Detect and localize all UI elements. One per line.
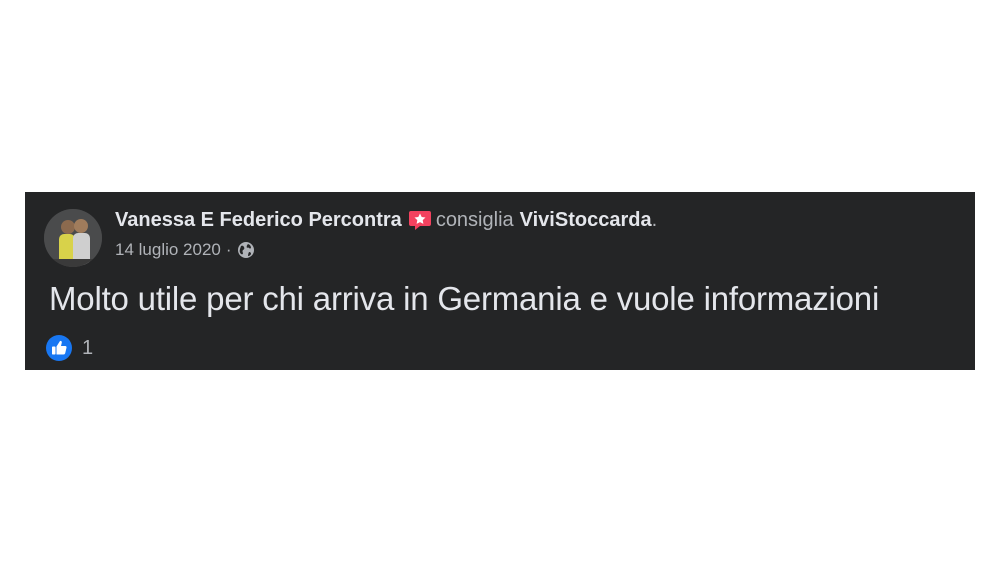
meta-separator: · <box>225 240 232 259</box>
recommends-label: consiglia <box>435 208 514 231</box>
post-header: Vanessa E Federico Percontra consiglia V… <box>115 208 657 232</box>
page-name-link[interactable]: ViviStoccarda <box>520 209 652 232</box>
reaction-count: 1 <box>82 336 94 359</box>
post-text: Molto utile per chi arriva in Germania e… <box>49 280 880 317</box>
like-icon <box>46 335 72 361</box>
post-date-link[interactable]: 14 luglio 2020 <box>115 240 221 260</box>
globe-icon[interactable] <box>237 241 255 259</box>
recommend-star-icon <box>408 208 432 232</box>
reactions-summary[interactable]: 1 <box>46 335 93 361</box>
avatar[interactable] <box>44 209 102 267</box>
header-period: . <box>651 208 658 231</box>
review-post-card: Vanessa E Federico Percontra consiglia V… <box>25 192 975 370</box>
post-meta: 14 luglio 2020 · <box>115 240 255 260</box>
author-name-link[interactable]: Vanessa E Federico Percontra <box>115 209 402 232</box>
